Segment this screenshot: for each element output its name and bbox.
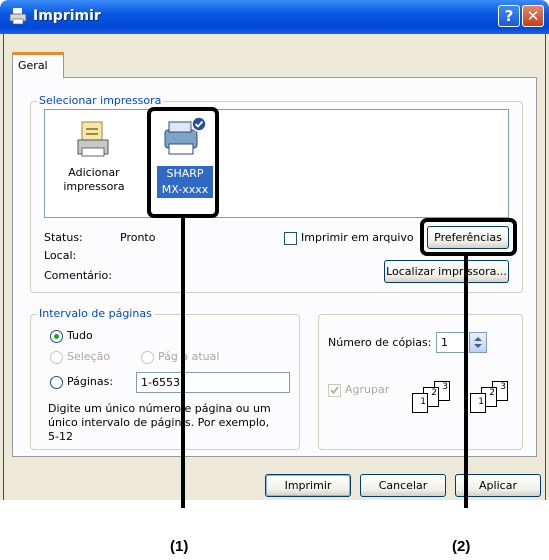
collate-stack-2: 3 2 1: [470, 381, 522, 415]
close-button[interactable]: ✕: [522, 5, 544, 27]
select-printer-legend: Selecionar impressora: [37, 94, 164, 107]
add-printer-label-line2: impressora: [63, 180, 125, 193]
radio-selection-label[interactable]: Seleção: [67, 350, 110, 363]
add-printer-label[interactable]: Adicionar impressora: [60, 166, 128, 194]
callout-label-2: (2): [452, 538, 471, 555]
collate-page-number: 1: [478, 397, 484, 407]
radio-all[interactable]: [50, 330, 63, 343]
status-value: Pronto: [120, 231, 156, 244]
callout-label-1: (1): [170, 538, 189, 555]
collate-page-number: 2: [431, 388, 437, 398]
radio-selection[interactable]: [50, 351, 63, 364]
add-printer-label-line1: Adicionar: [68, 166, 120, 179]
status-label: Status:: [44, 231, 83, 244]
collate-page: 1: [412, 393, 428, 413]
title-bar[interactable]: Imprimir ? ✕: [0, 0, 549, 34]
collate-checkbox[interactable]: [328, 384, 341, 397]
comment-label: Comentário:: [44, 269, 112, 282]
tab-geral[interactable]: Geral: [12, 52, 64, 78]
page-range-help-line1: Digite um único número e página ou um: [48, 402, 271, 415]
print-to-file-checkbox[interactable]: [284, 232, 297, 245]
collate-label[interactable]: Agrupar: [345, 383, 389, 396]
radio-pages-label[interactable]: Páginas:: [67, 375, 113, 388]
collate-stack-1: 3 2 1: [412, 381, 464, 415]
checkmark-icon: [330, 386, 339, 395]
collate-page-number: 1: [420, 397, 426, 407]
page-range-help-line2: único intervalo de págin s. Por exemplo,: [48, 416, 270, 429]
pages-input[interactable]: 1-6553: [136, 372, 290, 393]
radio-current-page[interactable]: [141, 351, 154, 364]
printer-list[interactable]: [44, 109, 509, 218]
radio-current-page-label[interactable]: Pág a atual: [158, 350, 219, 363]
find-printer-button[interactable]: Localizar impr ssora...: [384, 260, 509, 283]
radio-all-label[interactable]: Tudo: [67, 329, 93, 342]
cancel-button[interactable]: Cancelar: [360, 474, 446, 497]
window-title: Imprimir: [33, 8, 101, 24]
spinner-arrows-icon: [474, 337, 482, 348]
callout-line-1: [181, 218, 185, 508]
collate-page-number: 3: [500, 382, 506, 392]
copies-spinner[interactable]: [469, 332, 487, 353]
tab-geral-label: Geral: [18, 59, 48, 72]
local-label: Local:: [44, 249, 77, 262]
page-range-help-line3: 5-12: [48, 430, 73, 443]
help-button[interactable]: ?: [498, 5, 520, 27]
callout-line-2: [464, 256, 468, 508]
printer-app-icon: [9, 8, 27, 25]
page-range-legend: Intervalo de páginas: [37, 307, 154, 320]
radio-pages[interactable]: [50, 376, 63, 389]
callout-box-1: [147, 107, 219, 218]
print-button[interactable]: Imprimir: [265, 474, 351, 497]
collate-page-number: 3: [442, 382, 448, 392]
collate-page-number: 2: [489, 388, 495, 398]
add-printer-icon[interactable]: [76, 120, 112, 160]
collate-page: 1: [470, 393, 486, 413]
print-to-file-label[interactable]: Imprimir em arquivo: [301, 231, 414, 244]
callout-box-2: [420, 218, 517, 256]
copies-label: Número de cópias:: [328, 336, 432, 349]
